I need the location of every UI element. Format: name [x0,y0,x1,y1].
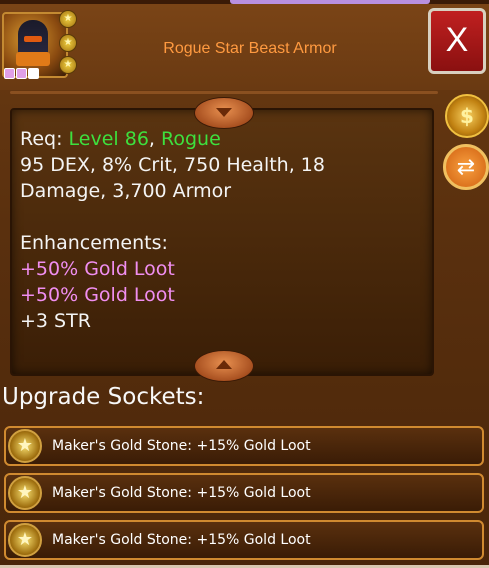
scroll-down-icon [216,360,232,369]
swap-button[interactable]: ⇄ [443,144,489,190]
requirement-separator: , [148,128,162,150]
scroll-down-button[interactable] [194,350,254,382]
enhancements-label: Enhancements: [20,232,168,254]
item-header: ★ ★ ★ Rogue Star Beast Armor X [0,4,489,90]
visor-shape [24,36,42,42]
socket-row[interactable]: ★ Maker's Gold Stone: +15% Gold Loot [4,520,484,560]
requirement-class: Rogue [161,128,221,150]
socket-indicator [4,68,15,79]
gold-star-gem-icon: ★ [8,523,42,557]
gold-star-gem-icon: ★ [8,429,42,463]
socket-label: Maker's Gold Stone: +15% Gold Loot [52,532,311,548]
socket-row[interactable]: ★ Maker's Gold Stone: +15% Gold Loot [4,426,484,466]
socket-indicator [16,68,27,79]
requirement-line: Req: Level 86, Rogue [20,126,420,152]
gold-star-gem-icon: ★ [8,476,42,510]
socket-row[interactable]: ★ Maker's Gold Stone: +15% Gold Loot [4,473,484,513]
socket-label: Maker's Gold Stone: +15% Gold Loot [52,438,311,454]
stats-line: 95 DEX, 8% Crit, 750 Health, 18 [20,154,325,176]
gold-bag-icon: $ [460,104,474,128]
item-description: Req: Level 86, Rogue 95 DEX, 8% Crit, 75… [20,126,420,334]
scroll-up-button[interactable] [194,97,254,129]
gold-bag-button[interactable]: $ [445,94,489,138]
stats-line: Damage, 3,700 Armor [20,180,232,202]
upgrade-sockets-title: Upgrade Sockets: [2,384,205,410]
star-badge-icon: ★ [59,56,77,74]
requirement-prefix: Req: [20,128,69,150]
swap-arrows-icon: ⇄ [456,154,476,180]
socket-label: Maker's Gold Stone: +15% Gold Loot [52,485,311,501]
enhancement-line: +50% Gold Loot [20,258,175,280]
enhancement-line: +3 STR [20,310,91,332]
star-badge-icon: ★ [59,10,77,28]
trim-shape [16,52,50,66]
enhancement-line: +50% Gold Loot [20,284,175,306]
item-title: Rogue Star Beast Armor [163,40,337,57]
close-button[interactable]: X [428,8,486,74]
scroll-up-icon [216,108,232,117]
divider [10,91,438,94]
requirement-level: Level 86 [68,128,149,150]
socket-indicator [28,68,39,79]
star-badge-icon: ★ [59,34,77,52]
